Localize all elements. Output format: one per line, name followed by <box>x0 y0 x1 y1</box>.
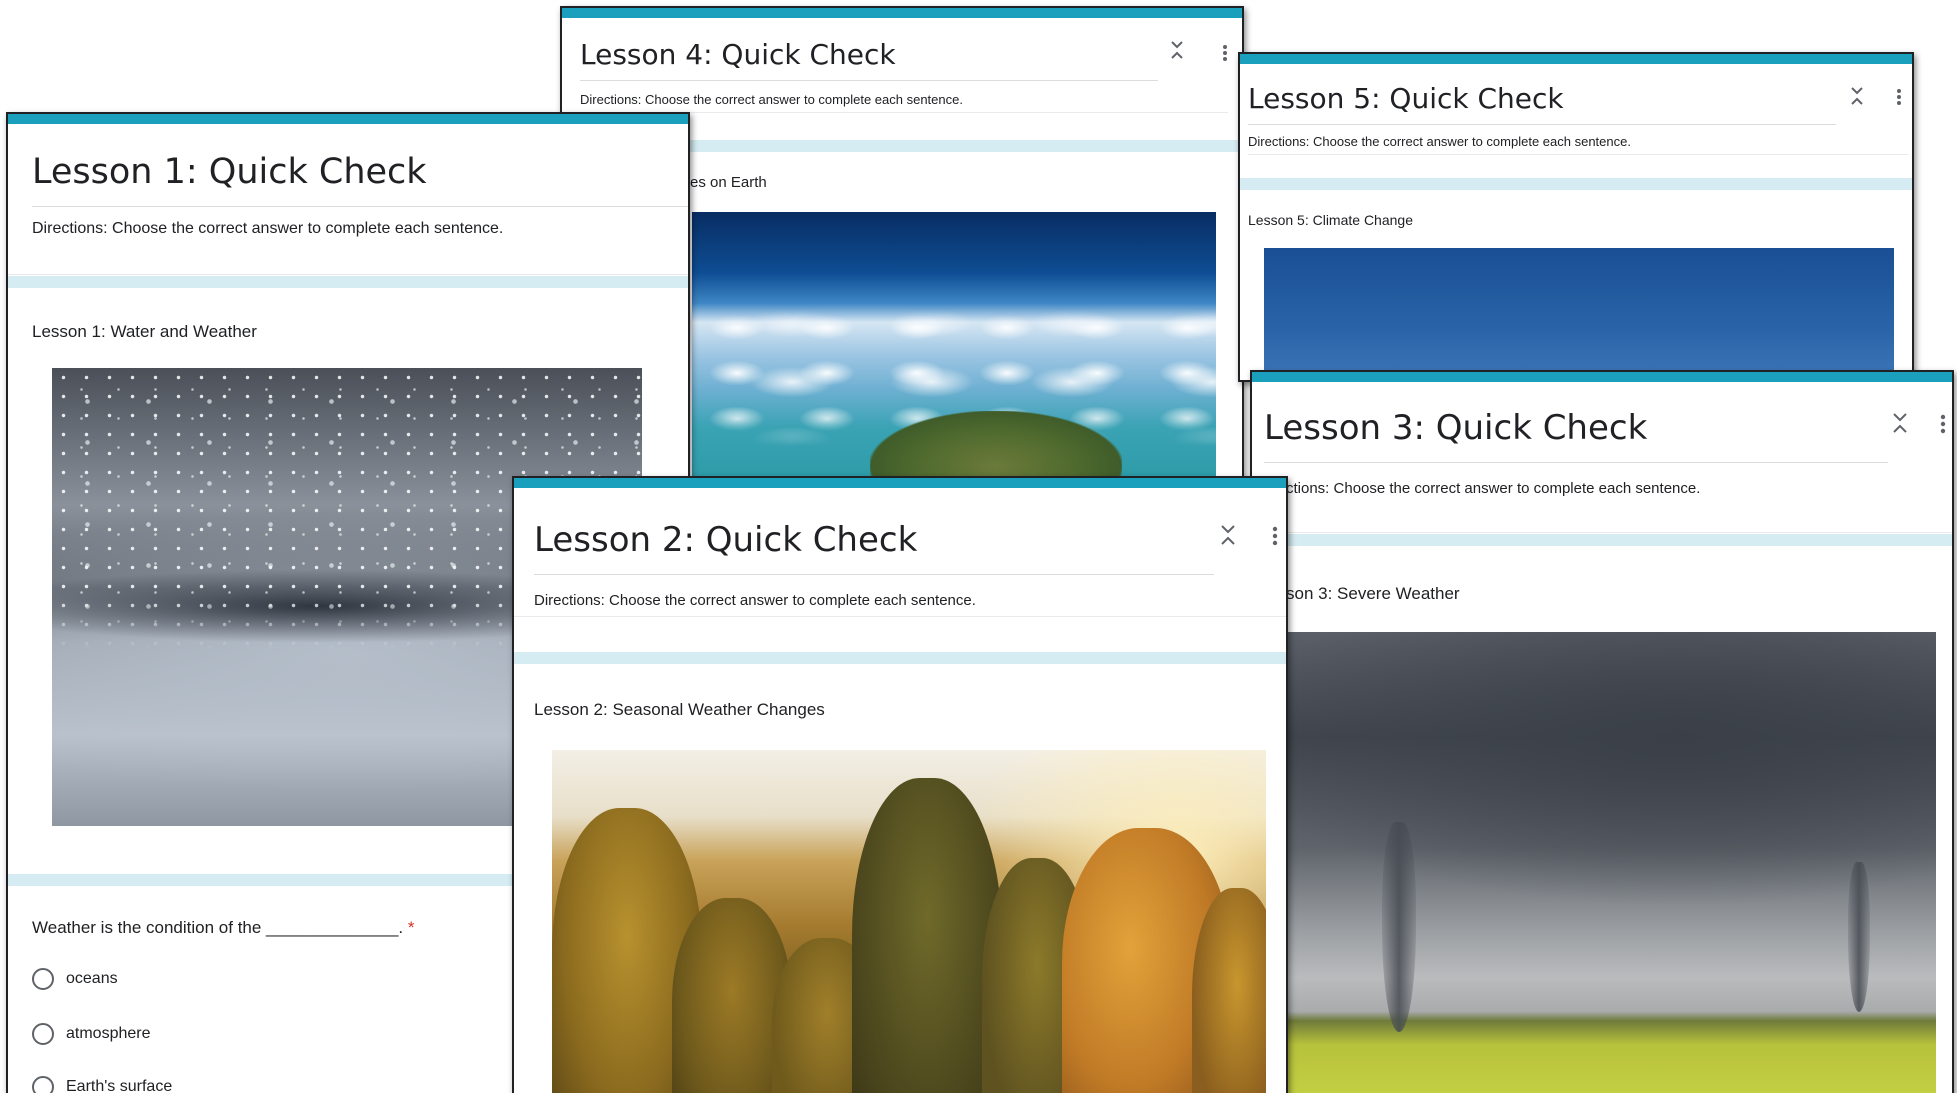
option-atmosphere[interactable]: atmosphere <box>32 1023 151 1045</box>
lesson5-directions-divider <box>1248 154 1908 155</box>
lesson1-question: Weather is the condition of the ________… <box>32 918 414 938</box>
lesson4-form-title: Lesson 4: Quick Check <box>580 38 896 71</box>
lesson2-section-band <box>514 652 1286 664</box>
lesson4-section-label: es on Earth <box>690 174 767 191</box>
lesson2-directions-divider <box>514 616 1286 617</box>
earth-from-space-photo <box>692 212 1216 484</box>
option-label: oceans <box>66 970 118 987</box>
autumn-forest-photo <box>552 750 1266 1093</box>
more-vert-icon[interactable] <box>1896 88 1902 106</box>
option-oceans[interactable]: oceans <box>32 968 118 990</box>
lesson1-accent-bar <box>8 114 688 124</box>
lesson4-directions: Directions: Choose the correct answer to… <box>580 92 963 107</box>
more-vert-icon[interactable] <box>1272 526 1278 546</box>
lesson5-form-card: Lesson 5: Quick Check Directions: Choose… <box>1238 52 1914 382</box>
collapse-icon[interactable] <box>1850 86 1864 106</box>
lesson3-form-card: Lesson 3: Quick Check ctions: Choose the… <box>1250 370 1954 1093</box>
lesson4-accent-bar <box>562 8 1242 18</box>
lesson3-directions-divider <box>1252 532 1952 533</box>
lesson1-directions: Directions: Choose the correct answer to… <box>32 220 504 237</box>
radio-button[interactable] <box>32 1076 54 1093</box>
sky-photo <box>1264 248 1894 380</box>
tornado-photo <box>1288 632 1936 1093</box>
lesson2-section-label: Lesson 2: Seasonal Weather Changes <box>534 700 825 719</box>
lesson5-section-band <box>1240 178 1912 190</box>
option-earths-surface[interactable]: Earth's surface <box>32 1076 172 1093</box>
required-asterisk: * <box>407 918 415 937</box>
lesson1-directions-divider <box>8 274 688 275</box>
option-label: Earth's surface <box>66 1078 173 1093</box>
lesson3-section-band <box>1252 534 1952 546</box>
lesson3-form-title: Lesson 3: Quick Check <box>1264 408 1648 448</box>
option-label: atmosphere <box>66 1025 151 1042</box>
radio-button[interactable] <box>32 1023 54 1045</box>
lesson5-title-divider <box>1248 124 1836 125</box>
lesson2-form-title: Lesson 2: Quick Check <box>534 520 918 560</box>
lesson1-form-title: Lesson 1: Quick Check <box>32 152 427 192</box>
collapse-icon[interactable] <box>1170 40 1184 60</box>
collapse-icon[interactable] <box>1892 412 1908 434</box>
lesson3-directions: ctions: Choose the correct answer to com… <box>1286 480 1701 497</box>
more-vert-icon[interactable] <box>1222 44 1228 62</box>
lesson2-form-card: Lesson 2: Quick Check Directions: Choose… <box>512 476 1288 1093</box>
lesson2-title-divider <box>534 574 1214 575</box>
radio-button[interactable] <box>32 968 54 990</box>
collapse-icon[interactable] <box>1220 524 1236 546</box>
lesson3-title-divider <box>1264 462 1888 463</box>
lesson3-accent-bar <box>1252 372 1952 382</box>
lesson1-section-label: Lesson 1: Water and Weather <box>32 322 257 341</box>
lesson1-title-divider <box>32 206 688 207</box>
lesson2-directions: Directions: Choose the correct answer to… <box>534 592 976 609</box>
lesson5-form-title: Lesson 5: Quick Check <box>1248 82 1564 115</box>
lesson3-section-label: son 3: Severe Weather <box>1286 584 1460 603</box>
lesson2-accent-bar <box>514 478 1286 488</box>
lesson5-directions: Directions: Choose the correct answer to… <box>1248 134 1631 149</box>
lesson5-accent-bar <box>1240 54 1912 64</box>
question-text: Weather is the condition of the ________… <box>32 918 408 937</box>
lesson1-section-band <box>8 276 688 288</box>
lesson5-section-label: Lesson 5: Climate Change <box>1248 212 1413 228</box>
lesson4-title-divider <box>580 80 1158 81</box>
more-vert-icon[interactable] <box>1940 414 1946 434</box>
